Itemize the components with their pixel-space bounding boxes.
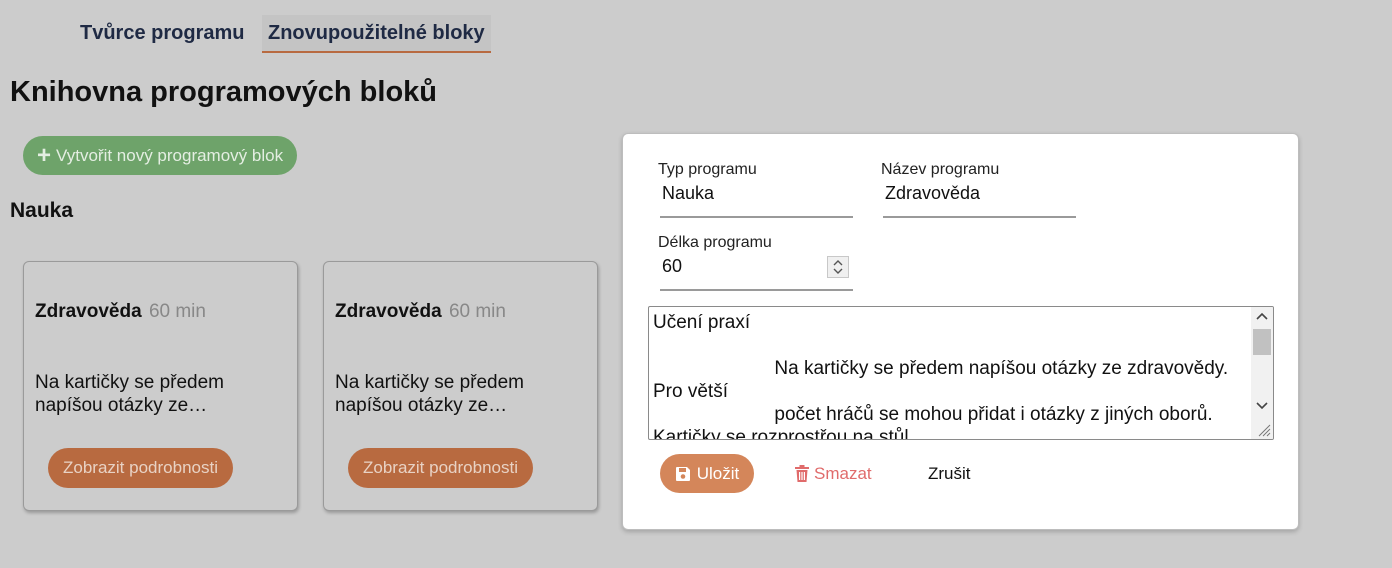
card-description: Na kartičky se předem napíšou otázky ze… <box>335 372 525 416</box>
program-length-label: Délka programu <box>658 234 772 251</box>
show-details-button[interactable]: Zobrazit podrobnosti <box>48 448 233 488</box>
card-name: Zdravověda <box>35 301 142 322</box>
trash-icon <box>794 464 810 483</box>
length-stepper[interactable] <box>827 256 849 278</box>
program-length-field: Délka programu <box>658 234 853 291</box>
cancel-button[interactable]: Zrušit <box>928 454 971 493</box>
program-length-input[interactable] <box>660 254 853 291</box>
floppy-disk-icon <box>675 466 691 482</box>
section-title: Nauka <box>10 199 74 222</box>
card-description: Na kartičky se předem napíšou otázky ze… <box>35 372 225 416</box>
save-label: Uložit <box>696 464 740 483</box>
program-type-label: Typ programu <box>658 161 757 178</box>
resize-grip-icon[interactable] <box>1255 421 1271 437</box>
edit-block-panel: Typ programu Název programu Délka progra… <box>622 133 1299 530</box>
plus-icon: + <box>37 142 52 169</box>
delete-label: Smazat <box>814 464 872 483</box>
program-type-field: Typ programu <box>658 161 853 218</box>
program-block-card: Zdravověda 60 min Na kartičky se předem … <box>23 261 298 511</box>
card-title-row: Zdravověda 60 min <box>335 301 506 323</box>
program-name-field: Název programu <box>881 161 1076 218</box>
scroll-thumb[interactable] <box>1253 329 1271 355</box>
show-details-button[interactable]: Zobrazit podrobnosti <box>348 448 533 488</box>
page-title: Knihovna programových bloků <box>10 76 437 108</box>
card-name: Zdravověda <box>335 301 442 322</box>
tab-reusable-blocks[interactable]: Znovupoužitelné bloky <box>262 15 491 53</box>
card-title-row: Zdravověda 60 min <box>35 301 206 323</box>
card-duration: 60 min <box>148 301 206 322</box>
textarea-scrollbar[interactable] <box>1251 307 1273 439</box>
scroll-up-icon[interactable] <box>1251 307 1273 327</box>
save-button[interactable]: Uložit <box>660 454 754 493</box>
create-block-button[interactable]: + Vytvořit nový programový blok <box>23 136 298 175</box>
card-duration: 60 min <box>448 301 506 322</box>
program-type-input[interactable] <box>660 181 853 218</box>
create-block-label: Vytvořit nový programový blok <box>56 146 284 165</box>
description-textarea[interactable]: Učení praxí Na kartičky se předem napíšo… <box>648 306 1274 440</box>
program-name-input[interactable] <box>883 181 1076 218</box>
program-block-card: Zdravověda 60 min Na kartičky se předem … <box>323 261 598 511</box>
scroll-down-icon[interactable] <box>1251 395 1273 415</box>
description-text: Učení praxí Na kartičky se předem napíšo… <box>653 312 1229 440</box>
stepper-arrows-icon <box>833 260 843 274</box>
program-name-label: Název programu <box>881 161 1000 178</box>
delete-button[interactable]: Smazat <box>794 454 872 493</box>
tab-program-builder[interactable]: Tvůrce programu <box>80 15 244 51</box>
